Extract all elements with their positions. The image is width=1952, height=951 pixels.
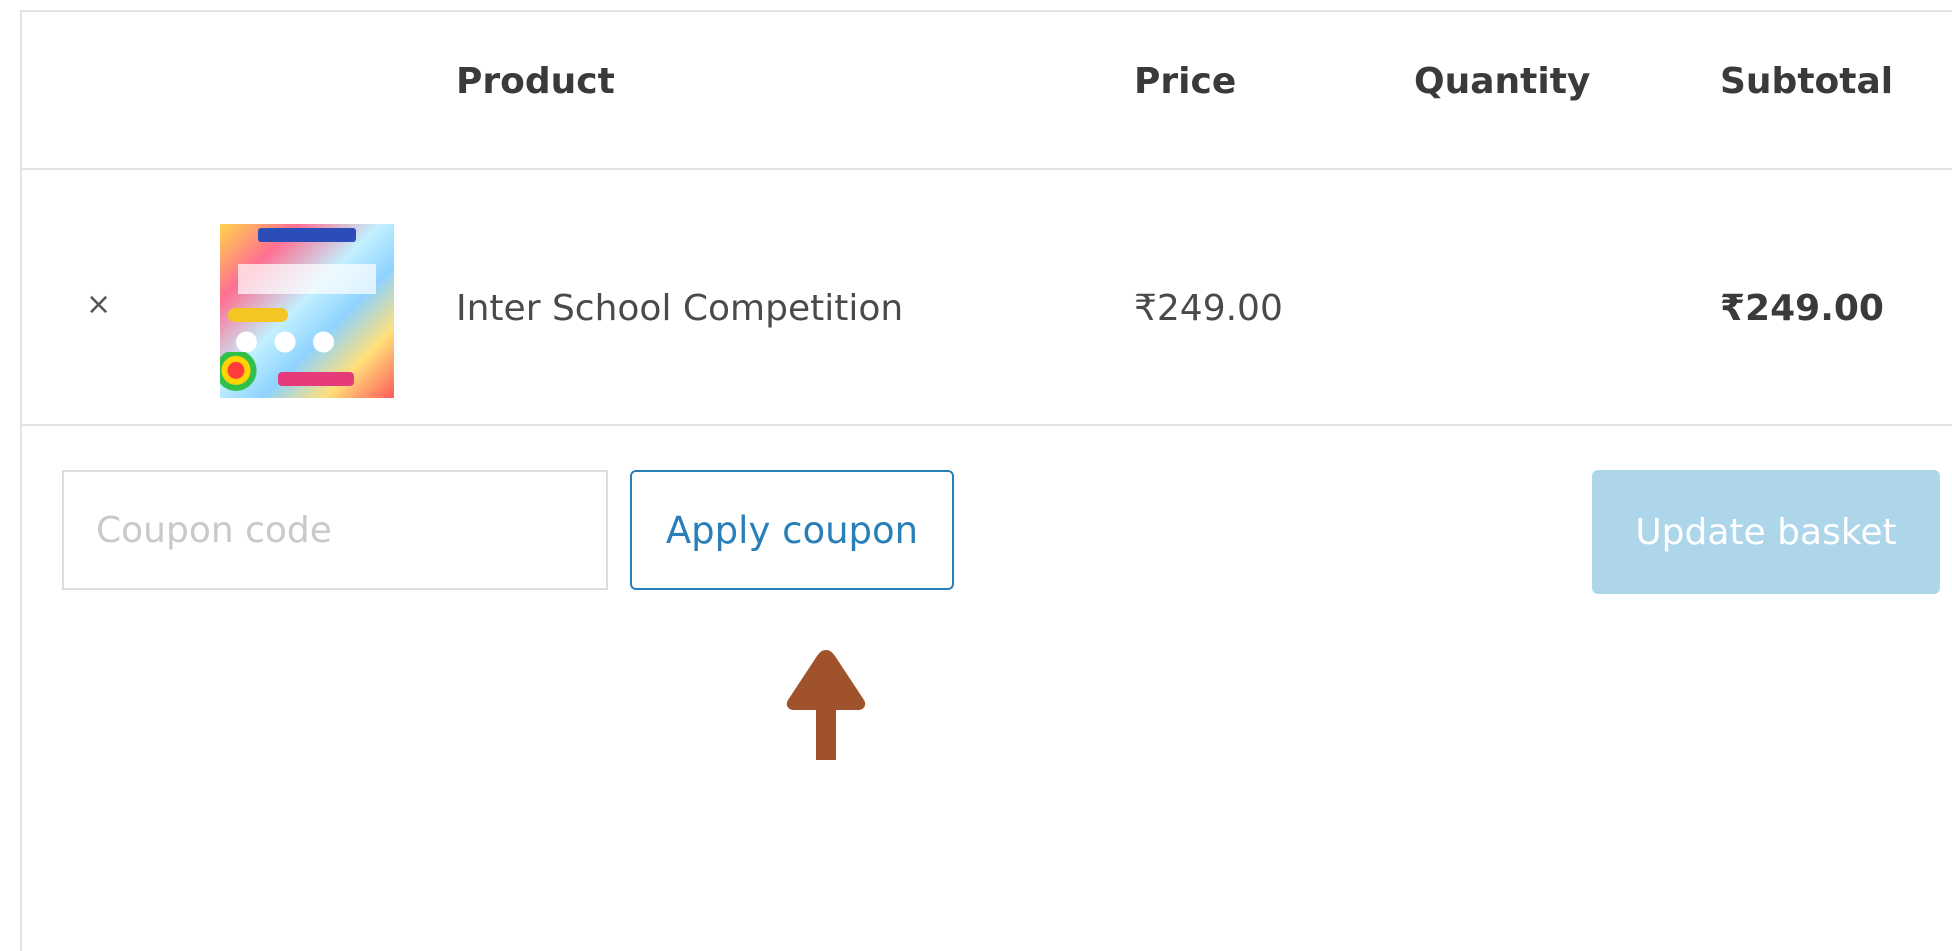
product-price: ₹249.00: [1134, 288, 1283, 329]
product-name-link[interactable]: Inter School Competition: [456, 291, 903, 327]
header-quantity: Quantity: [1414, 61, 1591, 102]
row-divider: [22, 424, 1952, 426]
remove-item-icon[interactable]: ×: [86, 290, 111, 320]
apply-coupon-button[interactable]: Apply coupon: [630, 470, 954, 590]
header-divider: [22, 168, 1952, 170]
product-thumbnail[interactable]: [220, 224, 394, 398]
arrow-up-icon: [786, 650, 866, 760]
coupon-code-input[interactable]: [62, 470, 608, 590]
update-basket-button[interactable]: Update basket: [1592, 470, 1940, 594]
header-subtotal: Subtotal: [1720, 61, 1894, 102]
product-subtotal: ₹249.00: [1720, 288, 1884, 329]
header-product: Product: [456, 61, 615, 102]
header-price: Price: [1134, 61, 1237, 102]
